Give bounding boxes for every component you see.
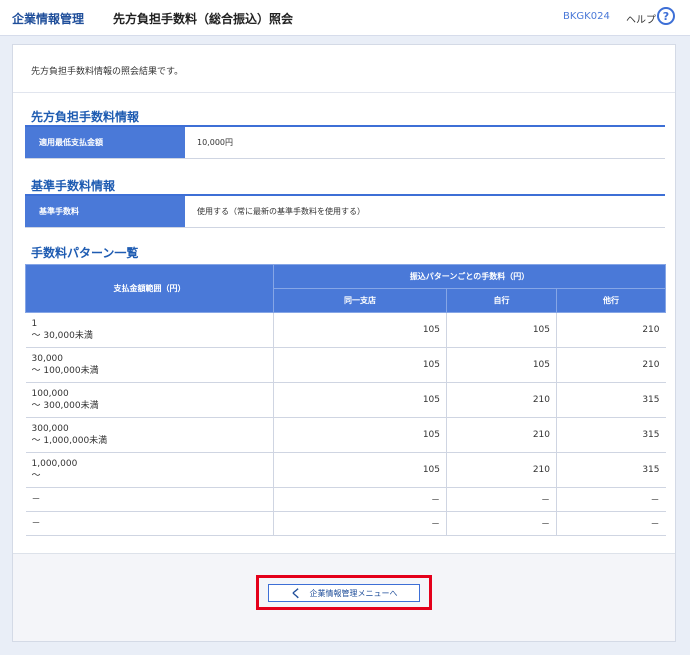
intro-text: 先方負担手数料情報の照会結果です。 xyxy=(31,67,184,77)
fee-own-bank: 210 xyxy=(446,382,557,418)
range-cell: 1,000,000 ～ xyxy=(25,452,274,488)
table-row: 100,000 ～ 300,000未満 105 210 315 xyxy=(25,382,666,418)
content-card: 先方負担手数料情報の照会結果です。 先方負担手数料情報 適用最低支払金額 10,… xyxy=(12,44,676,642)
help-link[interactable]: ヘルプ xyxy=(626,11,656,26)
section-title-base-fee: 基準手数料情報 xyxy=(31,179,116,193)
range-cell: 1 ～ 30,000未満 xyxy=(25,312,274,348)
fee-own-bank: 105 xyxy=(446,347,557,383)
fee-same-branch: 105 xyxy=(273,347,447,383)
fee-same-branch: 105 xyxy=(273,417,447,453)
fee-same-branch: 105 xyxy=(273,382,447,418)
fee-same-branch: 105 xyxy=(273,452,447,488)
range-from: 1,000,000 xyxy=(31,459,78,469)
range-from: 100,000 xyxy=(31,389,69,399)
section-title-patterns: 手数料パターン一覧 xyxy=(31,246,139,260)
page-title: 先方負担手数料（総合振込）照会 xyxy=(113,12,294,26)
kv-value: 使用する（常に最新の基準手数料を使用する） xyxy=(197,207,365,216)
table-row-empty: － － － － xyxy=(25,487,666,512)
fee-own-bank: 210 xyxy=(446,417,557,453)
table-row: 300,000 ～ 1,000,000未満 105 210 315 xyxy=(25,417,666,453)
footer-area: く 企業情報管理メニューへ xyxy=(13,553,675,641)
range-to: ～ 100,000未満 xyxy=(31,366,99,376)
kv-base-fee: 基準手数料 使用する（常に最新の基準手数料を使用する） xyxy=(25,196,665,228)
fee-pattern-table: 支払金額範囲（円） 振込パターンごとの手数料（円） 同一支店 自行 他行 1 ～… xyxy=(25,264,667,536)
kv-value: 10,000円 xyxy=(197,138,233,147)
fee-other-bank: － xyxy=(555,511,666,536)
range-to: ～ xyxy=(31,471,41,481)
fee-other-bank: 315 xyxy=(555,382,666,418)
range-from: 300,000 xyxy=(31,424,69,434)
range-from: 30,000 xyxy=(31,354,64,364)
range-to: ～ 1,000,000未満 xyxy=(31,436,108,446)
screen-id: BKGK024 xyxy=(563,11,610,22)
fee-other-bank: 210 xyxy=(555,312,666,348)
range-cell: 100,000 ～ 300,000未満 xyxy=(25,382,274,418)
table-row: 30,000 ～ 100,000未満 105 105 210 xyxy=(25,347,666,383)
section-title-fee-info: 先方負担手数料情報 xyxy=(31,110,140,124)
fee-own-bank: － xyxy=(446,487,557,512)
fee-same-branch: 105 xyxy=(273,312,447,348)
range-cell: － xyxy=(25,511,274,536)
kv-min-payment: 適用最低支払金額 10,000円 xyxy=(25,127,665,159)
back-to-menu-button[interactable]: く 企業情報管理メニューへ xyxy=(268,584,420,602)
top-header: 企業情報管理 先方負担手数料（総合振込）照会 BKGK024 ヘルプ ? xyxy=(0,0,690,36)
fee-own-bank: 105 xyxy=(446,312,557,348)
table-row: 1,000,000 ～ 105 210 315 xyxy=(25,452,666,488)
fee-other-bank: － xyxy=(555,487,666,512)
divider xyxy=(13,92,675,93)
fee-own-bank: 210 xyxy=(446,452,557,488)
fee-other-bank: 315 xyxy=(555,452,666,488)
back-button-label: 企業情報管理メニューへ xyxy=(309,588,398,598)
col-header-own-bank: 自行 xyxy=(446,288,557,313)
kv-key: 基準手数料 xyxy=(25,196,185,227)
breadcrumb-root[interactable]: 企業情報管理 xyxy=(12,10,84,27)
col-header-range: 支払金額範囲（円） xyxy=(25,264,274,313)
fee-same-branch: － xyxy=(273,511,447,536)
table-row: 1 ～ 30,000未満 105 105 210 xyxy=(25,312,666,348)
range-cell: 30,000 ～ 100,000未満 xyxy=(25,347,274,383)
range-to: ～ 300,000未満 xyxy=(31,401,99,411)
range-cell: － xyxy=(25,487,274,512)
col-header-same-branch: 同一支店 xyxy=(273,288,447,313)
help-icon[interactable]: ? xyxy=(657,7,675,25)
table-row-empty: － － － － xyxy=(25,511,666,536)
range-from: 1 xyxy=(31,319,38,329)
fee-same-branch: － xyxy=(273,487,447,512)
fee-own-bank: － xyxy=(446,511,557,536)
kv-key: 適用最低支払金額 xyxy=(25,127,185,158)
range-to: ～ 30,000未満 xyxy=(31,331,93,341)
fee-other-bank: 315 xyxy=(555,417,666,453)
col-header-other-bank: 他行 xyxy=(555,288,667,313)
col-header-fee-group: 振込パターンごとの手数料（円） xyxy=(272,264,667,289)
highlight-box: く 企業情報管理メニューへ xyxy=(256,575,432,610)
range-cell: 300,000 ～ 1,000,000未満 xyxy=(25,417,274,453)
chevron-left-icon: く xyxy=(290,586,302,600)
fee-other-bank: 210 xyxy=(555,347,666,383)
